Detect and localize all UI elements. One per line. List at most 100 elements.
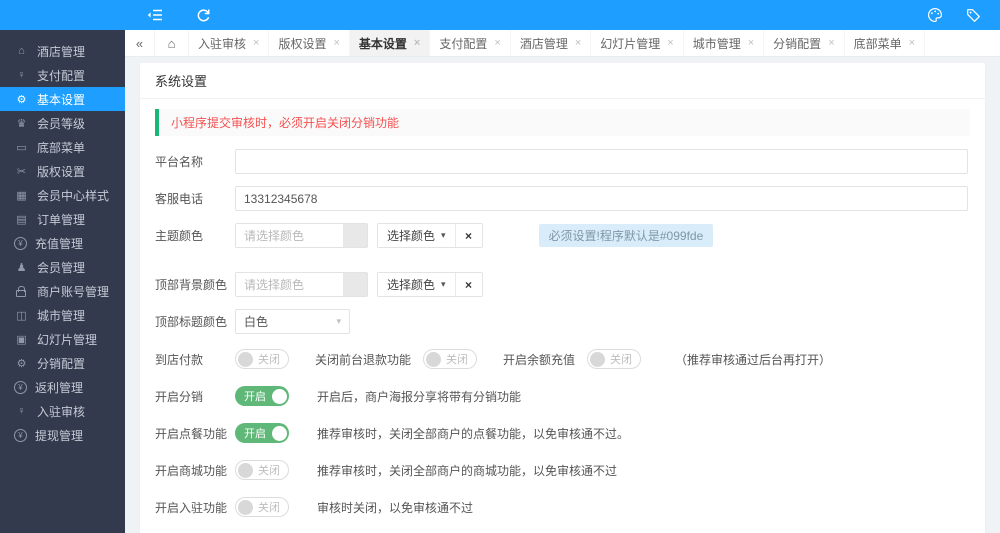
toggle-knob xyxy=(238,499,253,515)
tab-hotel-management[interactable]: 酒店管理 × xyxy=(511,30,592,56)
sidebar-item-bottom-menu[interactable]: ▭ 底部菜单 xyxy=(0,135,125,159)
tab-slideshow-management[interactable]: 幻灯片管理 × xyxy=(591,30,684,56)
tab-settle-in-review[interactable]: 入驻审核 × xyxy=(189,30,270,56)
toggle-knob xyxy=(272,388,287,404)
tabs-container: 入驻审核 × 版权设置 × 基本设置 × 支付配置 × 酒店管理 × 幻灯片管理 × 城市管理 × 分销配置… xyxy=(189,30,926,56)
sidebar-item-hotel-management[interactable]: ⌂ 酒店管理 xyxy=(0,39,125,63)
gear-icon: ⚙ xyxy=(16,93,27,106)
tab-city-management[interactable]: 城市管理 × xyxy=(684,30,765,56)
toggle-knob xyxy=(272,425,287,441)
top-title-color-row: 顶部标题颜色 白色 ▾ xyxy=(155,309,970,334)
settle-in-row: 开启入驻功能 关闭 审核时关闭，以免审核通不过 xyxy=(155,497,970,517)
home-tab-icon[interactable]: ⌂ xyxy=(155,30,189,56)
refresh-icon[interactable] xyxy=(194,6,212,24)
sidebar-item-order-management[interactable]: ▤ 订单管理 xyxy=(0,207,125,231)
theme-clear-color-button[interactable]: × xyxy=(455,224,482,247)
pay-at-store-toggle[interactable]: 关闭 xyxy=(235,349,289,369)
tab-label: 基本设置 xyxy=(358,36,407,51)
close-icon[interactable]: × xyxy=(333,37,339,49)
sidebar-item-basic-settings[interactable]: ⚙ 基本设置 xyxy=(0,87,125,111)
top-bg-choose-color-button[interactable]: 选择颜色 ▾ xyxy=(378,273,456,296)
sidebar-item-member-center-style[interactable]: ▦ 会员中心样式 xyxy=(0,183,125,207)
select-value: 白色 xyxy=(244,315,269,329)
collapse-menu-icon[interactable] xyxy=(146,6,164,24)
top-bg-clear-color-button[interactable]: × xyxy=(455,273,482,296)
close-icon[interactable]: × xyxy=(828,37,834,49)
balance-recharge-toggle[interactable]: 关闭 xyxy=(587,349,642,369)
top-title-color-select[interactable]: 白色 ▾ xyxy=(235,309,350,334)
tab-basic-settings[interactable]: 基本设置 × xyxy=(349,30,431,56)
toggle-knob xyxy=(238,462,253,478)
distribution-toggle[interactable]: 开启 xyxy=(235,386,289,406)
toggle-knob xyxy=(238,351,253,367)
close-icon[interactable]: × xyxy=(667,37,673,49)
sidebar-item-settle-in-review[interactable]: ♀ 入驻审核 xyxy=(0,399,125,423)
city-icon: ◫ xyxy=(16,309,27,322)
document-icon: ▤ xyxy=(16,213,27,226)
sidebar-item-merchant-account-management[interactable]: 商户账号管理 xyxy=(0,279,125,303)
tab-copyright-settings[interactable]: 版权设置 × xyxy=(269,30,350,56)
panel-title: 系统设置 xyxy=(140,63,985,99)
sidebar-item-label: 充值管理 xyxy=(35,236,84,251)
platform-name-row: 平台名称 xyxy=(155,149,970,174)
sidebar-item-withdrawal-management[interactable]: ¥ 提现管理 xyxy=(0,423,125,447)
front-refund-toggle[interactable]: 关闭 xyxy=(423,349,478,369)
sidebar-item-label: 酒店管理 xyxy=(37,44,86,59)
tabs-back-icon[interactable]: « xyxy=(125,30,155,56)
tag-icon[interactable] xyxy=(964,6,982,24)
sidebar-item-payment-config[interactable]: ♀ 支付配置 xyxy=(0,63,125,87)
theme-color-swatch[interactable] xyxy=(343,223,368,248)
sidebar-item-copyright-settings[interactable]: ✂ 版权设置 xyxy=(0,159,125,183)
settle-in-toggle[interactable]: 关闭 xyxy=(235,497,289,517)
coin-icon: ¥ xyxy=(14,428,27,442)
sidebar-item-member-level[interactable]: ♛ 会员等级 xyxy=(0,111,125,135)
sidebar-item-label: 支付配置 xyxy=(37,68,86,83)
choose-color-label: 选择颜色 xyxy=(387,278,436,292)
sidebar-item-distribution-config[interactable]: ⚙ 分销配置 xyxy=(0,351,125,375)
main-content: 系统设置 小程序提交审核时，必须开启关闭分销功能 平台名称 客服电话 主题颜色 xyxy=(125,57,1000,533)
service-phone-row: 客服电话 xyxy=(155,186,970,211)
tab-label: 支付配置 xyxy=(439,36,488,51)
distribution-hint: 开启后，商户海报分享将带有分销功能 xyxy=(317,389,522,404)
service-phone-input[interactable] xyxy=(235,186,968,211)
top-bg-color-label: 顶部背景颜色 xyxy=(155,278,228,292)
top-bg-color-row: 顶部背景颜色 选择颜色 ▾ × xyxy=(155,272,970,297)
sidebar-item-label: 商户账号管理 xyxy=(37,284,110,299)
sidebar-item-city-management[interactable]: ◫ 城市管理 xyxy=(0,303,125,327)
sidebar-item-label: 幻灯片管理 xyxy=(37,332,98,347)
caret-down-icon: ▾ xyxy=(441,279,446,289)
sidebar-item-recharge-management[interactable]: ¥ 充值管理 xyxy=(0,231,125,255)
theme-color-buttons: 选择颜色 ▾ × xyxy=(377,223,483,248)
tab-distribution-config[interactable]: 分销配置 × xyxy=(764,30,845,56)
theme-color-note-badge: 必须设置!程序默认是#099fde xyxy=(538,224,714,247)
theme-color-input[interactable] xyxy=(235,223,343,248)
sidebar-item-rebate-management[interactable]: ¥ 返利管理 xyxy=(0,375,125,399)
close-icon[interactable]: × xyxy=(253,37,259,49)
close-icon[interactable]: × xyxy=(748,37,754,49)
mall-toggle[interactable]: 关闭 xyxy=(235,460,289,480)
close-icon[interactable]: × xyxy=(494,37,500,49)
sidebar-item-label: 分销配置 xyxy=(37,356,86,371)
close-icon[interactable]: × xyxy=(414,37,420,49)
top-bg-color-swatch[interactable] xyxy=(343,272,368,297)
tab-label: 入驻审核 xyxy=(198,36,247,51)
top-bg-color-buttons: 选择颜色 ▾ × xyxy=(377,272,483,297)
close-icon[interactable]: × xyxy=(575,37,581,49)
distribution-label: 开启分销 xyxy=(155,389,204,404)
tab-label: 分销配置 xyxy=(773,36,822,51)
settle-in-label: 开启入驻功能 xyxy=(155,500,228,515)
platform-name-input[interactable] xyxy=(235,149,968,174)
coin-icon: ¥ xyxy=(14,380,27,394)
sidebar-item-member-management[interactable]: ♟ 会员管理 xyxy=(0,255,125,279)
sidebar-item-slideshow-management[interactable]: ▣ 幻灯片管理 xyxy=(0,327,125,351)
coin-icon: ¥ xyxy=(14,236,27,250)
palette-icon[interactable] xyxy=(926,6,944,24)
mall-row: 开启商城功能 关闭 推荐审核时，关闭全部商户的商城功能，以免审核通不过 xyxy=(155,460,970,480)
tab-label: 版权设置 xyxy=(278,36,327,51)
top-bg-color-input[interactable] xyxy=(235,272,343,297)
ordering-toggle[interactable]: 开启 xyxy=(235,423,289,443)
tab-bottom-menu[interactable]: 底部菜单 × xyxy=(845,30,926,56)
close-icon[interactable]: × xyxy=(909,37,915,49)
tab-payment-config[interactable]: 支付配置 × xyxy=(430,30,511,56)
theme-choose-color-button[interactable]: 选择颜色 ▾ xyxy=(378,224,456,247)
